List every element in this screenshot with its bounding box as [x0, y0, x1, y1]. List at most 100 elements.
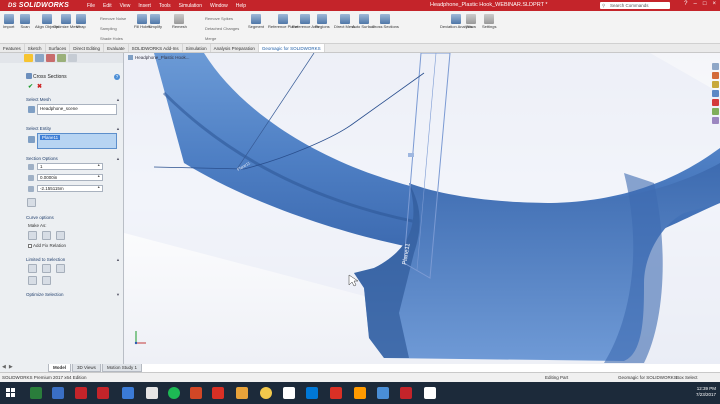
tab-model[interactable]: Model	[48, 364, 71, 372]
file-explorer-icon[interactable]	[236, 387, 248, 399]
custom-properties-icon[interactable]	[711, 117, 719, 124]
maximize-icon[interactable]: □	[703, 1, 707, 7]
help-icon[interactable]: ?	[114, 74, 120, 80]
search-commands-input[interactable]: ⚲ Search Commands	[600, 2, 670, 9]
windows-start-icon[interactable]	[6, 388, 16, 398]
select-entity-field[interactable]: Plane11	[37, 133, 117, 149]
cmd-merge[interactable]: Merge	[205, 36, 216, 41]
cmd-scan[interactable]: Scan	[20, 14, 30, 30]
taskbar-solidworks-icon[interactable]	[400, 387, 412, 399]
illustrator-icon[interactable]	[354, 387, 366, 399]
taskbar-app-icon[interactable]	[306, 387, 318, 399]
resources-icon[interactable]	[711, 72, 719, 79]
feature-manager-tab[interactable]	[24, 54, 33, 62]
add-fix-relation-checkbox[interactable]: Add Fix Relation	[28, 243, 66, 248]
dimxpert-tab[interactable]	[57, 54, 66, 62]
taskbar-app-icon[interactable]	[122, 387, 134, 399]
taskbar-app-icon[interactable]	[52, 387, 64, 399]
graphics-viewport[interactable]: Headphone_Plastic Hook... Plane11 Plane1…	[124, 53, 720, 364]
tab-sketch[interactable]: Sketch	[25, 44, 46, 52]
spotify-icon[interactable]	[168, 387, 180, 399]
section-options-heading[interactable]: Section Options ▲	[26, 156, 120, 161]
cmd-remesh[interactable]: Remesh	[172, 14, 187, 30]
select-mesh-heading[interactable]: Select Mesh ▲	[26, 97, 120, 102]
taskbar-app-icon[interactable]	[212, 387, 224, 399]
select-triangle-button[interactable]	[28, 264, 37, 273]
tab-addins[interactable]: SOLIDWORKS Add-Ins	[129, 44, 183, 52]
curve-options-heading[interactable]: Curve options	[26, 215, 120, 220]
cmd-simplify[interactable]: Simplify	[148, 14, 162, 30]
tab-geomagic[interactable]: Geomagic for SOLIDWORKS	[258, 44, 325, 52]
menu-view[interactable]: View	[120, 3, 131, 9]
view-palette-icon[interactable]	[711, 99, 719, 106]
select-brush-button[interactable]	[28, 276, 37, 285]
menu-window[interactable]: Window	[210, 3, 228, 9]
chrome-icon[interactable]	[260, 387, 272, 399]
spinner-icon[interactable]: ▲	[97, 163, 102, 168]
taskbar-app-icon[interactable]	[283, 387, 295, 399]
select-pointer-button[interactable]	[56, 264, 65, 273]
feature-tree-flyout[interactable]: Headphone_Plastic Hook...	[128, 55, 190, 60]
taskbar-solidworks-icon[interactable]	[75, 387, 87, 399]
make-as-curve-button[interactable]	[42, 231, 51, 240]
taskbar-solidworks-icon[interactable]	[97, 387, 109, 399]
select-lasso-button[interactable]	[42, 264, 51, 273]
tab-simulation[interactable]: Simulation	[183, 44, 211, 52]
next-tab-icon[interactable]: ▶	[9, 364, 13, 370]
make-as-sketch-button[interactable]	[28, 231, 37, 240]
close-icon[interactable]: ×	[712, 1, 716, 7]
property-manager-tab[interactable]	[35, 54, 44, 62]
help-icon[interactable]: ?	[684, 1, 687, 7]
section-count-input[interactable]: 1	[37, 163, 103, 170]
limited-to-selection-heading[interactable]: Limited to Selection ▲	[26, 257, 120, 262]
cmd-shade-holes[interactable]: Shade Holes	[100, 36, 123, 41]
file-explorer-icon[interactable]	[711, 90, 719, 97]
ok-button[interactable]: ✔	[28, 83, 33, 90]
make-as-3d-button[interactable]	[56, 231, 65, 240]
taskbar-app-icon[interactable]	[146, 387, 158, 399]
solidworks-logo[interactable]: DS SOLIDWORKS	[0, 2, 73, 9]
tab-features[interactable]: Features	[0, 44, 25, 52]
select-entity-heading[interactable]: Select Entity ▲	[26, 126, 120, 131]
cmd-wrap[interactable]: Wrap	[76, 14, 86, 30]
appearances-icon[interactable]	[711, 108, 719, 115]
taskbar-app-icon[interactable]	[30, 387, 42, 399]
cmd-remove-noise[interactable]: Remove Noise	[100, 16, 126, 21]
home-icon[interactable]	[711, 63, 719, 70]
mesh-model[interactable]: Plane11 Plane11	[124, 53, 720, 364]
spinner-icon[interactable]: ▲	[97, 174, 102, 179]
cmd-segment[interactable]: Segment	[248, 14, 264, 30]
design-library-icon[interactable]	[711, 81, 719, 88]
menu-file[interactable]: File	[87, 3, 95, 9]
cmd-regions[interactable]: Regions	[315, 14, 330, 30]
tab-evaluate[interactable]: Evaluate	[104, 44, 129, 52]
plane-handle[interactable]	[408, 153, 414, 157]
cmd-sampling[interactable]: Sampling	[100, 26, 117, 31]
section-offset-input[interactable]: -2.155115m	[37, 185, 103, 192]
menu-edit[interactable]: Edit	[103, 3, 112, 9]
cmd-cross-sections[interactable]: Cross Sections	[372, 14, 399, 30]
spinner-icon[interactable]: ▲	[97, 185, 102, 190]
taskbar-app-icon[interactable]	[377, 387, 389, 399]
cmd-detached-changes[interactable]: Detached Changes	[205, 26, 239, 31]
menu-help[interactable]: Help	[236, 3, 246, 9]
tab-surfaces[interactable]: Surfaces	[46, 44, 71, 52]
powerpoint-icon[interactable]	[190, 387, 202, 399]
select-mesh-field[interactable]: Headphone_scene	[37, 104, 117, 115]
tab-analysis-prep[interactable]: Analysis Preparation	[211, 44, 259, 52]
cmd-import[interactable]: Import	[3, 14, 14, 30]
minimize-icon[interactable]: –	[694, 1, 697, 7]
tab-3d-views[interactable]: 3D Views	[72, 364, 101, 372]
first-tab-icon[interactable]: ◀	[2, 364, 6, 370]
tab-direct-editing[interactable]: Direct Editing	[70, 44, 105, 52]
menu-tools[interactable]: Tools	[159, 3, 171, 9]
flip-direction-button[interactable]	[27, 198, 36, 207]
tab-motion-study[interactable]: Motion Study 1	[101, 364, 142, 372]
system-tray-clock[interactable]: 12:39 PM 7/23/2017	[696, 386, 716, 398]
menu-insert[interactable]: Insert	[138, 3, 151, 9]
taskbar-app-icon[interactable]	[330, 387, 342, 399]
cmd-show[interactable]: Show	[466, 14, 476, 30]
cancel-button[interactable]: ✖	[37, 83, 42, 90]
configuration-manager-tab[interactable]	[46, 54, 55, 62]
display-manager-tab[interactable]	[68, 54, 77, 62]
